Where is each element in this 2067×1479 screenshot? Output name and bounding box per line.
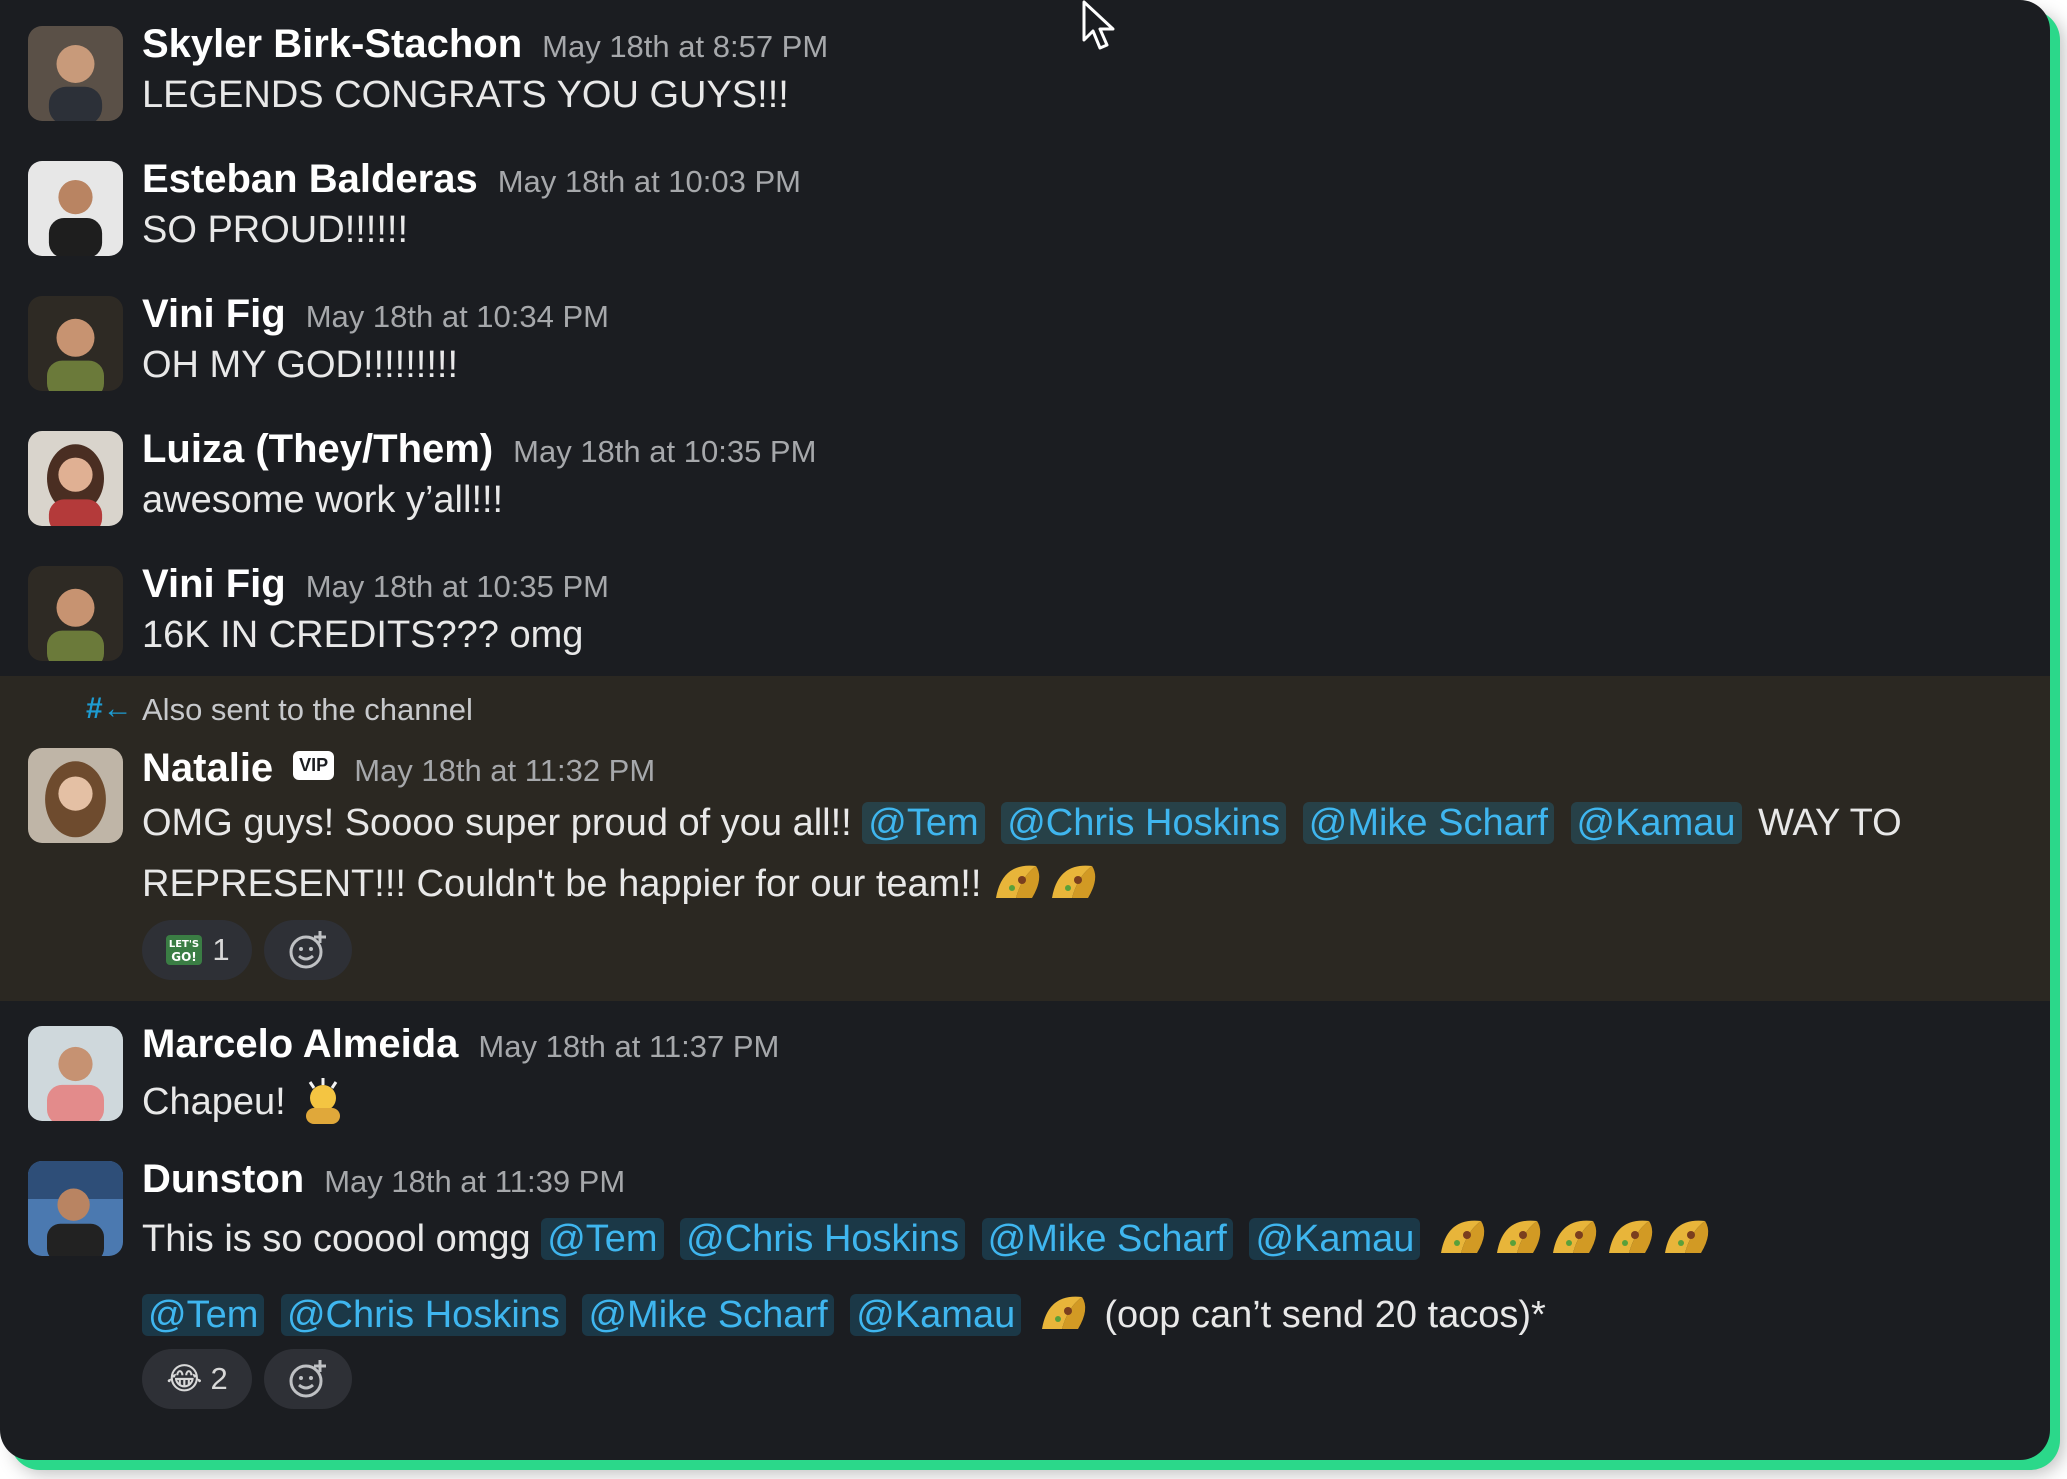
message-text: OMG guys! Soooo super proud of you all!!	[142, 802, 852, 844]
timestamp[interactable]: May 18th at 10:34 PM	[306, 299, 609, 335]
timestamp[interactable]: May 18th at 10:35 PM	[306, 569, 609, 605]
avatar[interactable]	[28, 431, 123, 526]
also-sent-label[interactable]: Also sent to the channel	[142, 692, 473, 728]
mention-chris-hoskins[interactable]: @Chris Hoskins	[280, 1294, 566, 1336]
message-text: LEGENDS CONGRATS YOU GUYS!!!	[142, 74, 789, 116]
taco-emoji	[1048, 858, 1102, 906]
mouse-cursor-icon	[1080, 0, 1120, 52]
slack-thread-window: Skyler Birk-Stachon May 18th at 8:57 PM …	[0, 0, 2050, 1460]
timestamp[interactable]: May 18th at 8:57 PM	[542, 29, 828, 65]
mention-tem[interactable]: @Tem	[142, 1294, 265, 1336]
taco-emoji	[992, 858, 1046, 906]
bowing-person-emoji	[296, 1074, 350, 1128]
avatar[interactable]	[28, 1026, 123, 1121]
mention-tem[interactable]: @Tem	[862, 802, 985, 844]
taco-emoji	[1661, 1213, 1715, 1261]
author-name[interactable]: Luiza (They/Them)	[142, 427, 493, 472]
message-text-line1: OMG guys! Soooo super proud of you all!!…	[142, 802, 1902, 845]
message-text-line1: This is so cooool omgg @Tem @Chris Hoski…	[142, 1213, 1717, 1261]
mention-chris-hoskins[interactable]: @Chris Hoskins	[680, 1218, 966, 1260]
author-name[interactable]: Natalie	[142, 746, 273, 791]
mention-mike-scharf[interactable]: @Mike Scharf	[981, 1218, 1233, 1260]
timestamp[interactable]: May 18th at 11:32 PM	[354, 753, 655, 789]
message-text-line2: REPRESENT!!! Couldn't be happier for our…	[142, 858, 1104, 906]
message-text: OH MY GOD!!!!!!!!!	[142, 344, 459, 386]
author-name[interactable]: Vini Fig	[142, 292, 286, 337]
add-reaction-icon	[287, 1358, 329, 1400]
mention-mike-scharf[interactable]: @Mike Scharf	[582, 1294, 834, 1336]
svg-text:GO!: GO!	[172, 950, 198, 964]
timestamp[interactable]: May 18th at 10:03 PM	[498, 164, 801, 200]
svg-text:LET'S: LET'S	[169, 939, 199, 950]
avatar[interactable]	[28, 161, 123, 256]
avatar[interactable]	[28, 566, 123, 661]
avatar[interactable]	[28, 748, 123, 843]
message-text: WAY TO	[1758, 802, 1902, 844]
taco-emoji	[1549, 1213, 1603, 1261]
message-text: SO PROUD!!!!!!	[142, 209, 409, 251]
message-text-line2: @Tem @Chris Hoskins @Mike Scharf @Kamau …	[142, 1289, 1546, 1337]
mention-kamau[interactable]: @Kamau	[1570, 802, 1742, 844]
message-text: (oop can’t send 20 tacos)*	[1104, 1294, 1546, 1336]
taco-emoji	[1038, 1289, 1092, 1337]
taco-emoji	[1605, 1213, 1659, 1261]
lets-go-emoji-icon: LET'S GO!	[164, 933, 204, 967]
avatar[interactable]	[28, 26, 123, 121]
author-name[interactable]: Esteban Balderas	[142, 157, 478, 202]
vip-badge: VIP	[293, 751, 335, 780]
avatar[interactable]	[28, 296, 123, 391]
add-reaction-icon	[287, 929, 329, 971]
author-name[interactable]: Dunston	[142, 1157, 304, 1202]
reaction-count: 1	[212, 932, 230, 967]
mention-chris-hoskins[interactable]: @Chris Hoskins	[1001, 802, 1287, 844]
timestamp[interactable]: May 18th at 11:39 PM	[324, 1164, 625, 1200]
mention-mike-scharf[interactable]: @Mike Scharf	[1302, 802, 1554, 844]
timestamp[interactable]: May 18th at 10:35 PM	[513, 434, 816, 470]
author-name[interactable]: Skyler Birk-Stachon	[142, 22, 522, 67]
message-text: awesome work y’all!!!	[142, 479, 504, 521]
taco-emoji	[1437, 1213, 1491, 1261]
add-reaction-button[interactable]	[264, 1349, 352, 1409]
message-text: REPRESENT!!! Couldn't be happier for our…	[142, 863, 982, 905]
taco-emoji	[1493, 1213, 1547, 1261]
joy-emoji-icon: 😂	[166, 1361, 203, 1396]
message-text: Chapeu!	[142, 1081, 286, 1123]
reaction-lets-go[interactable]: LET'S GO! 1	[142, 920, 252, 980]
reaction-joy[interactable]: 😂 2	[142, 1349, 252, 1409]
add-reaction-button[interactable]	[264, 920, 352, 980]
mention-tem[interactable]: @Tem	[541, 1218, 664, 1260]
avatar[interactable]	[28, 1161, 123, 1256]
message-text: This is so cooool omgg	[142, 1218, 531, 1260]
mention-kamau[interactable]: @Kamau	[1249, 1218, 1421, 1260]
author-name[interactable]: Vini Fig	[142, 562, 286, 607]
message-text: 16K IN CREDITS??? omg	[142, 614, 584, 656]
mention-kamau[interactable]: @Kamau	[850, 1294, 1022, 1336]
message-text-line: Chapeu!	[142, 1074, 350, 1128]
timestamp[interactable]: May 18th at 11:37 PM	[478, 1029, 779, 1065]
author-name[interactable]: Marcelo Almeida	[142, 1022, 458, 1067]
channel-broadcast-icon: #←	[86, 692, 133, 725]
reaction-count: 2	[210, 1361, 228, 1396]
